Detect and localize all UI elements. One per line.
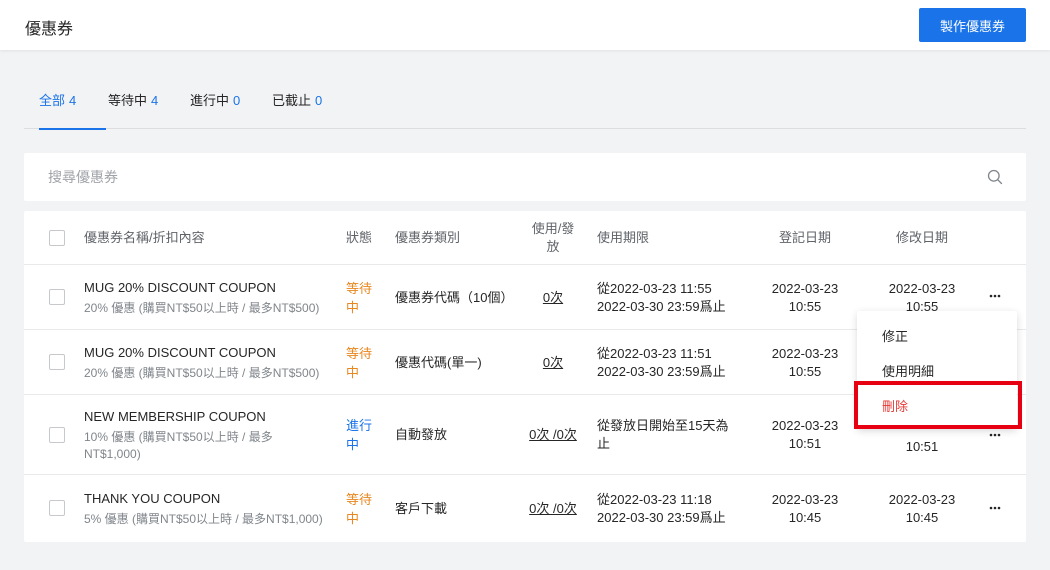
more-options-button[interactable] bbox=[985, 286, 1005, 306]
coupon-name-cell: MUG 20% DISCOUNT COUPON 20% 優惠 (購買NT$50以… bbox=[84, 265, 334, 330]
status-badge: 等待中 bbox=[346, 280, 373, 315]
coupon-name: NEW MEMBERSHIP COUPON bbox=[84, 408, 266, 424]
coupon-type: 自動發放 bbox=[395, 427, 448, 442]
row-checkbox[interactable] bbox=[49, 354, 65, 370]
created-date: 2022-03-23 10:55 bbox=[771, 280, 839, 314]
coupon-discount: 5% 優惠 (購買NT$50以上時 / 最多NT$1,000) bbox=[84, 511, 323, 526]
more-horizontal-icon bbox=[989, 433, 1001, 437]
usage-cell: 0次 /0次 bbox=[524, 395, 582, 475]
modified-date: 10:51 bbox=[905, 439, 939, 454]
coupon-type: 客戶下載 bbox=[395, 500, 448, 516]
tab-running[interactable]: 進行中 0 bbox=[190, 80, 240, 129]
tab-ended[interactable]: 已截止 0 bbox=[272, 80, 322, 129]
column-header-period: 使用期限 bbox=[597, 230, 650, 245]
menu-item-usage-details[interactable]: 使用明細 bbox=[857, 353, 1017, 388]
column-header-status: 狀態 bbox=[346, 230, 373, 245]
menu-item-delete[interactable]: 刪除 bbox=[857, 388, 1017, 423]
search-input[interactable] bbox=[48, 153, 948, 201]
row-checkbox[interactable] bbox=[49, 500, 65, 516]
tab-count: 0 bbox=[233, 93, 241, 108]
usage-cell: 0次 /0次 bbox=[524, 475, 582, 542]
table-header: 優惠券名稱/折扣內容 狀態 優惠券類別 使用/發放 使用期限 登記日期 修改日期 bbox=[24, 211, 1026, 265]
search-icon[interactable] bbox=[987, 169, 1003, 185]
page-title: 優惠券 bbox=[25, 21, 74, 38]
tab-label: 等待中 bbox=[108, 93, 148, 108]
more-horizontal-icon bbox=[989, 294, 1001, 298]
column-header-type: 優惠券類別 bbox=[395, 230, 461, 245]
usage-link[interactable]: 0次 bbox=[543, 289, 563, 307]
tab-label: 進行中 bbox=[190, 93, 230, 108]
tab-count: 4 bbox=[69, 93, 77, 108]
column-header-name: 優惠券名稱/折扣內容 bbox=[84, 230, 205, 245]
validity-period: 從2022-03-23 11:55 2022-03-30 23:59爲止 bbox=[597, 280, 726, 314]
tab-label: 全部 bbox=[39, 93, 66, 108]
status-cell: 等待中 bbox=[346, 265, 374, 330]
column-header-modified: 修改日期 bbox=[895, 230, 948, 245]
status-cell: 等待中 bbox=[346, 475, 374, 542]
tab-waiting[interactable]: 等待中 4 bbox=[108, 80, 158, 129]
tab-count: 0 bbox=[315, 93, 323, 108]
usage-cell: 0次 bbox=[524, 265, 582, 330]
coupon-discount: 20% 優惠 (購買NT$50以上時 / 最多NT$500) bbox=[84, 300, 320, 315]
coupon-name: MUG 20% DISCOUNT COUPON bbox=[84, 279, 276, 295]
tab-label: 已截止 bbox=[272, 93, 312, 108]
coupon-discount: 10% 優惠 (購買NT$50以上時 / 最多NT$1,000) bbox=[84, 429, 273, 461]
usage-link[interactable]: 0次 /0次 bbox=[529, 426, 577, 444]
validity-period: 從2022-03-23 11:18 2022-03-30 23:59爲止 bbox=[597, 491, 726, 525]
status-cell: 等待中 bbox=[346, 330, 374, 395]
coupon-name-cell: MUG 20% DISCOUNT COUPON 20% 優惠 (購買NT$50以… bbox=[84, 330, 334, 395]
more-options-button[interactable] bbox=[985, 498, 1005, 518]
usage-link[interactable]: 0次 /0次 bbox=[529, 500, 577, 518]
row-checkbox[interactable] bbox=[49, 427, 65, 443]
created-date: 2022-03-23 10:55 bbox=[771, 345, 839, 379]
table-row[interactable]: THANK YOU COUPON 5% 優惠 (購買NT$50以上時 / 最多N… bbox=[24, 475, 1026, 542]
row-actions-menu: 修正 使用明細 刪除 bbox=[857, 311, 1017, 429]
more-horizontal-icon bbox=[989, 506, 1001, 510]
validity-period: 從發放日開始至15天為止 bbox=[597, 418, 729, 451]
usage-cell: 0次 bbox=[524, 330, 582, 395]
created-date: 2022-03-23 10:51 bbox=[771, 418, 839, 451]
coupon-type: 優惠代碼(單一) bbox=[395, 354, 482, 370]
usage-link[interactable]: 0次 bbox=[543, 354, 563, 372]
coupon-name: THANK YOU COUPON bbox=[84, 490, 221, 506]
created-date: 2022-03-23 10:45 bbox=[771, 491, 839, 525]
column-header-created: 登記日期 bbox=[778, 230, 831, 245]
menu-item-edit[interactable]: 修正 bbox=[857, 318, 1017, 353]
tab-all[interactable]: 全部 4 bbox=[39, 80, 106, 130]
top-bar: 優惠券 製作優惠券 bbox=[0, 0, 1050, 50]
status-badge: 等待中 bbox=[346, 491, 373, 526]
modified-date: 2022-03-23 10:45 bbox=[888, 491, 956, 525]
status-badge: 進行中 bbox=[346, 418, 373, 452]
coupon-name: MUG 20% DISCOUNT COUPON bbox=[84, 344, 276, 360]
validity-period: 從2022-03-23 11:51 2022-03-30 23:59爲止 bbox=[597, 345, 726, 379]
column-header-usage: 使用/發放 bbox=[531, 221, 575, 254]
tab-count: 4 bbox=[151, 93, 159, 108]
coupon-type: 優惠券代碼（10個） bbox=[395, 289, 514, 305]
select-all-checkbox[interactable] bbox=[49, 230, 65, 246]
create-coupon-button[interactable]: 製作優惠券 bbox=[919, 8, 1026, 42]
coupon-name-cell: NEW MEMBERSHIP COUPON 10% 優惠 (購買NT$50以上時… bbox=[84, 395, 299, 475]
status-tabs: 全部 4 等待中 4 進行中 0 已截止 0 bbox=[24, 80, 1026, 130]
status-cell: 進行中 bbox=[346, 395, 374, 475]
row-checkbox[interactable] bbox=[49, 289, 65, 305]
search-bar bbox=[24, 153, 1026, 201]
coupon-discount: 20% 優惠 (購買NT$50以上時 / 最多NT$500) bbox=[84, 365, 320, 380]
status-badge: 等待中 bbox=[346, 345, 373, 380]
coupon-name-cell: THANK YOU COUPON 5% 優惠 (購買NT$50以上時 / 最多N… bbox=[84, 475, 344, 542]
